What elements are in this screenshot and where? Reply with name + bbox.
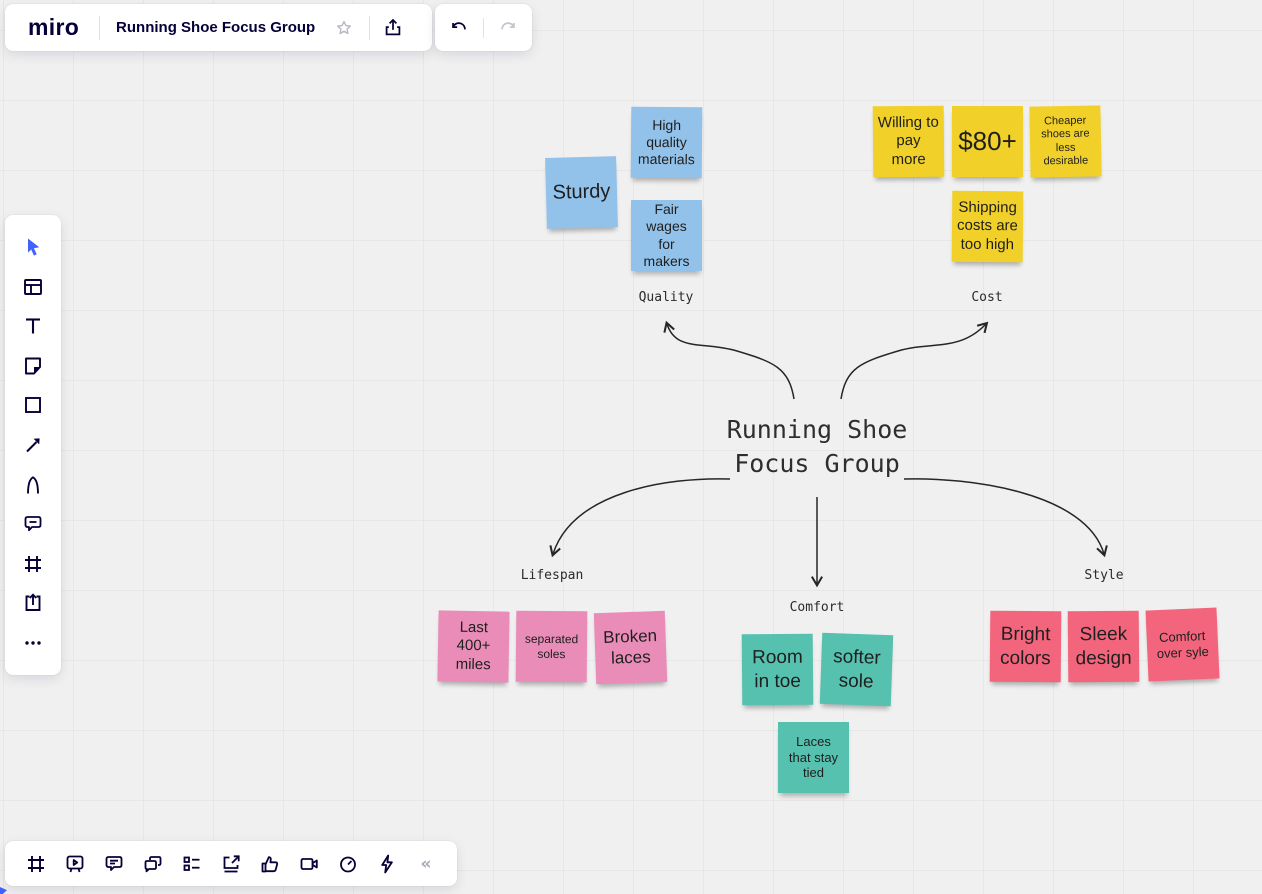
central-topic-line2: Focus Group	[727, 447, 908, 481]
collapse-toolbar-button[interactable]: «	[409, 847, 443, 881]
export-button[interactable]	[376, 11, 410, 45]
pen-icon	[21, 473, 45, 497]
redo-button[interactable]	[491, 11, 525, 45]
collaboration-toolbar-panel: «	[5, 841, 457, 886]
central-topic-line1: Running Shoe	[727, 413, 908, 447]
connector-style[interactable]	[904, 479, 1104, 554]
frame-icon	[21, 552, 45, 576]
branch-label-comfort[interactable]: Comfort	[790, 600, 845, 615]
connector-icon	[21, 433, 45, 457]
lightning-icon	[375, 852, 399, 876]
quick-actions-button[interactable]	[370, 847, 404, 881]
text-tool-button[interactable]	[16, 309, 50, 343]
connector-lifespan[interactable]	[553, 479, 730, 554]
sticky-note-laces-stay-tied[interactable]: Laces that stay tied	[778, 722, 849, 793]
connector-cost[interactable]	[841, 324, 986, 399]
cards-icon	[180, 852, 204, 876]
sticky-note-fair-wages[interactable]: Fair wages for makers	[631, 200, 702, 271]
branch-label-style[interactable]: Style	[1084, 568, 1123, 583]
frames-panel-button[interactable]	[19, 847, 53, 881]
sticky-note-separated-soles[interactable]: separated soles	[516, 611, 588, 683]
undo-redo-panel	[435, 4, 532, 51]
templates-icon	[21, 275, 45, 299]
pen-tool-button[interactable]	[16, 468, 50, 502]
sticky-note-tool-button[interactable]	[16, 349, 50, 383]
more-tools-button[interactable]	[16, 626, 50, 660]
select-tool-button[interactable]	[16, 230, 50, 264]
templates-tool-button[interactable]	[16, 270, 50, 304]
text-icon	[21, 314, 45, 338]
undo-icon	[448, 17, 470, 39]
presentation-icon	[63, 852, 87, 876]
chat-icon	[141, 852, 165, 876]
frame-tool-button[interactable]	[16, 547, 50, 581]
export-icon	[382, 17, 404, 39]
timer-icon	[336, 852, 360, 876]
share-screen-icon	[219, 852, 243, 876]
more-icon	[21, 631, 45, 655]
comment-icon	[21, 512, 45, 536]
chat-button[interactable]	[136, 847, 170, 881]
collapse-icon: «	[421, 854, 432, 874]
miro-logo[interactable]: miro	[28, 14, 79, 41]
frames-icon	[24, 852, 48, 876]
board-title[interactable]: Running Shoe Focus Group	[116, 19, 315, 36]
comment-tool-button[interactable]	[16, 507, 50, 541]
video-call-button[interactable]	[292, 847, 326, 881]
notes-button[interactable]	[97, 847, 131, 881]
connector-tool-button[interactable]	[16, 428, 50, 462]
sticky-note-willing-to-pay[interactable]: Willing to pay more	[873, 106, 945, 178]
sticky-note-80-plus[interactable]: $80+	[952, 106, 1023, 177]
upload-icon	[21, 591, 45, 615]
redo-icon	[497, 17, 519, 39]
sticky-note-sturdy[interactable]: Sturdy	[545, 156, 618, 229]
board-header-panel: miro Running Shoe Focus Group	[5, 4, 432, 51]
divider	[369, 16, 370, 40]
sticky-note-sleek-design[interactable]: Sleek design	[1068, 611, 1140, 683]
sticky-note-broken-laces[interactable]: Broken laces	[594, 611, 667, 684]
sticky-note-room-in-toe[interactable]: Room in toe	[742, 634, 814, 706]
shapes-icon	[21, 393, 45, 417]
cards-button[interactable]	[175, 847, 209, 881]
sticky-note-high-quality-materials[interactable]: High quality materials	[631, 107, 703, 179]
share-screen-button[interactable]	[214, 847, 248, 881]
divider	[483, 18, 484, 38]
sticky-note-icon	[21, 354, 45, 378]
shapes-tool-button[interactable]	[16, 388, 50, 422]
creation-toolbar-panel	[5, 215, 61, 675]
star-icon	[334, 18, 354, 38]
branch-label-quality[interactable]: Quality	[639, 290, 694, 305]
sticky-note-softer-sole[interactable]: softer sole	[820, 633, 893, 706]
connector-quality[interactable]	[667, 324, 794, 399]
branch-label-lifespan[interactable]: Lifespan	[521, 568, 584, 583]
reactions-icon	[258, 852, 282, 876]
branch-label-cost[interactable]: Cost	[971, 290, 1002, 305]
sticky-note-shipping-costs[interactable]: Shipping costs are too high	[952, 191, 1024, 263]
notes-icon	[102, 852, 126, 876]
collaborator-cursor-fragment	[0, 887, 7, 894]
presentation-button[interactable]	[58, 847, 92, 881]
upload-tool-button[interactable]	[16, 586, 50, 620]
divider	[99, 16, 100, 40]
cursor-icon	[21, 235, 45, 259]
undo-button[interactable]	[442, 11, 476, 45]
sticky-note-comfort-over-syle[interactable]: Comfort over syle	[1145, 607, 1219, 681]
sticky-note-bright-colors[interactable]: Bright colors	[990, 611, 1062, 683]
board-canvas[interactable]: Running Shoe Focus Group Quality Cost Li…	[0, 0, 1262, 894]
reactions-button[interactable]	[253, 847, 287, 881]
mindmap-central-topic[interactable]: Running Shoe Focus Group	[727, 413, 908, 481]
sticky-note-last-400-miles[interactable]: Last 400+ miles	[437, 610, 509, 682]
video-call-icon	[297, 852, 321, 876]
timer-button[interactable]	[331, 847, 365, 881]
sticky-note-cheaper-shoes[interactable]: Cheaper shoes are less desirable	[1029, 105, 1101, 177]
star-button[interactable]	[327, 11, 361, 45]
